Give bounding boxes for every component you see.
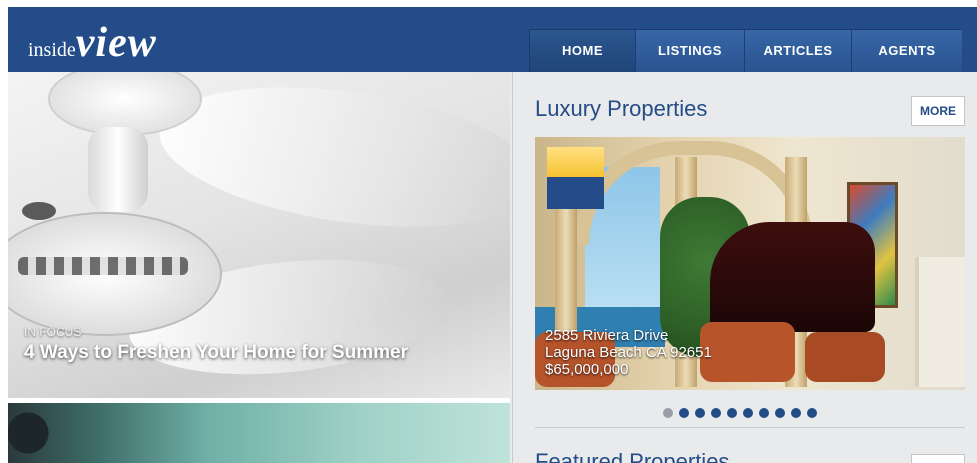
- armchair: [805, 332, 885, 382]
- agency-logo-icon: [547, 147, 604, 209]
- feature-article-hero[interactable]: IN FOCUS 4 Ways to Freshen Your Home for…: [8, 72, 510, 398]
- left-column: IN FOCUS 4 Ways to Freshen Your Home for…: [8, 72, 510, 463]
- main-nav: HOME LISTINGS ARTICLES AGENTS: [529, 29, 962, 72]
- tree-silhouette: [8, 403, 88, 463]
- nav-home[interactable]: HOME: [530, 30, 636, 72]
- feature-tag: IN FOCUS: [24, 325, 82, 339]
- logo-big-text: view: [75, 20, 157, 66]
- site-header: insideview HOME LISTINGS ARTICLES AGENTS: [8, 7, 977, 72]
- carousel-dot[interactable]: [775, 408, 785, 418]
- section-divider: [535, 427, 965, 428]
- carousel-dot[interactable]: [759, 408, 769, 418]
- carousel-dot[interactable]: [679, 408, 689, 418]
- carousel-dot[interactable]: [807, 408, 817, 418]
- right-column: Luxury Properties MORE 2585 Riviera Driv…: [512, 72, 977, 463]
- featured-section-title: Featured Properties: [535, 449, 730, 463]
- carousel-dots: [663, 408, 817, 418]
- fireplace: [915, 257, 965, 387]
- page-frame: insideview HOME LISTINGS ARTICLES AGENTS…: [8, 7, 977, 463]
- grand-piano: [710, 222, 875, 332]
- property-price: $65,000,000: [545, 361, 629, 378]
- luxury-more-button[interactable]: MORE: [911, 96, 965, 126]
- property-city: Laguna Beach CA 92651: [545, 344, 712, 361]
- carousel-dot[interactable]: [743, 408, 753, 418]
- property-caption: 2585 Riviera Drive Laguna Beach CA 92651…: [545, 327, 712, 378]
- luxury-property-photo[interactable]: 2585 Riviera Drive Laguna Beach CA 92651…: [535, 137, 965, 390]
- featured-more-button[interactable]: [911, 454, 965, 463]
- property-address: 2585 Riviera Drive: [545, 327, 669, 344]
- fan-stem-image: [88, 127, 148, 212]
- nav-listings[interactable]: LISTINGS: [636, 30, 745, 72]
- feature-title[interactable]: 4 Ways to Freshen Your Home for Summer: [24, 342, 408, 364]
- site-logo[interactable]: insideview: [28, 19, 157, 67]
- nav-agents[interactable]: AGENTS: [852, 30, 962, 72]
- fan-vents-image: [18, 257, 188, 275]
- carousel-dot[interactable]: [727, 408, 737, 418]
- carousel-dot[interactable]: [791, 408, 801, 418]
- armchair: [700, 322, 795, 382]
- carousel-dot[interactable]: [663, 408, 673, 418]
- fan-brand-logo: [22, 202, 56, 220]
- carousel-dot[interactable]: [711, 408, 721, 418]
- secondary-article-image[interactable]: [8, 403, 510, 463]
- nav-articles[interactable]: ARTICLES: [745, 30, 852, 72]
- fan-blade-image: [150, 72, 510, 248]
- logo-small-text: inside: [28, 39, 76, 61]
- carousel-dot[interactable]: [695, 408, 705, 418]
- luxury-section-title: Luxury Properties: [535, 96, 708, 121]
